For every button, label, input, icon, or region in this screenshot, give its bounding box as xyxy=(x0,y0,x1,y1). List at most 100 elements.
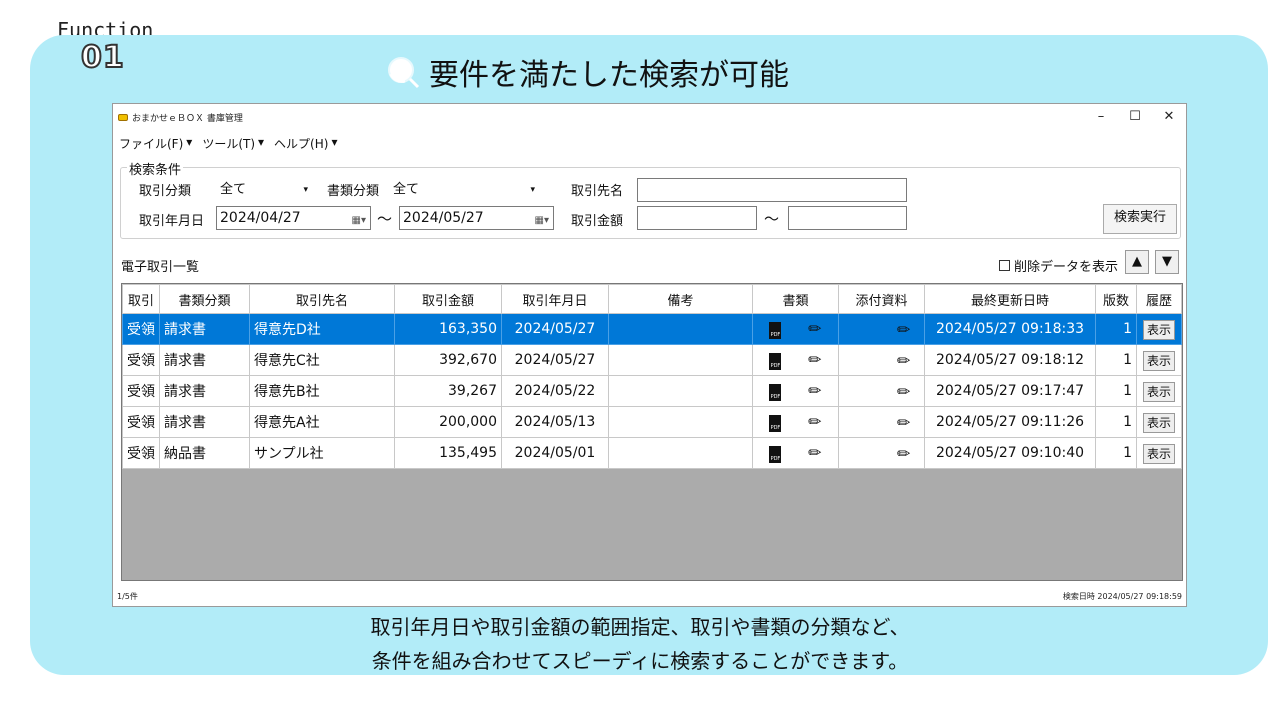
cell-version: 1 xyxy=(1095,375,1137,407)
show-deleted-checkbox[interactable]: 削除データを表示 xyxy=(999,256,1118,275)
history-show-button[interactable]: 表示 xyxy=(1142,319,1175,340)
pencil-icon[interactable]: ✏ xyxy=(897,320,910,339)
cell-attachments: ✏ xyxy=(838,375,925,407)
table-row[interactable]: 受領納品書サンプル社135,4952024/05/01 ✏ ✏ 2024/05/2… xyxy=(122,437,1182,469)
pdf-icon[interactable] xyxy=(769,414,782,432)
cell-partner: 得意先C社 xyxy=(249,344,395,376)
close-button[interactable]: ✕ xyxy=(1152,104,1186,130)
cell-amount: 163,350 xyxy=(394,313,502,345)
transactions-grid: 取引 書類分類 取引先名 取引金額 取引年月日 備考 書類 添付資料 最終更新日時 版数 履歴 受領… xyxy=(121,283,1183,581)
pdf-icon[interactable] xyxy=(769,352,782,370)
table-row[interactable]: 受領請求書得意先C社392,6702024/05/27 ✏ ✏ 2024/05/2… xyxy=(122,344,1182,376)
cell-date: 2024/05/01 xyxy=(501,437,609,469)
cell-doc-type: 請求書 xyxy=(159,406,250,438)
pencil-icon[interactable]: ✏ xyxy=(897,351,910,370)
cell-documents: ✏ xyxy=(752,437,839,469)
pdf-icon[interactable] xyxy=(769,321,782,339)
cell-amount: 200,000 xyxy=(394,406,502,438)
pencil-icon[interactable]: ✏ xyxy=(808,412,821,431)
status-bar: 1/5件 検索日時 2024/05/27 09:18:59 xyxy=(113,588,1186,606)
cell-documents: ✏ xyxy=(752,313,839,345)
pencil-icon[interactable]: ✏ xyxy=(808,319,821,338)
range-separator: ～ xyxy=(764,210,780,228)
app-icon xyxy=(118,113,128,121)
history-show-button[interactable]: 表示 xyxy=(1142,443,1175,464)
pdf-icon[interactable] xyxy=(769,383,782,401)
pencil-icon[interactable]: ✏ xyxy=(808,443,821,462)
column-header[interactable]: 添付資料 xyxy=(838,284,925,314)
cell-documents: ✏ xyxy=(752,344,839,376)
pencil-icon[interactable]: ✏ xyxy=(897,382,910,401)
function-number: 01 xyxy=(80,39,125,76)
table-row[interactable]: 受領請求書得意先D社163,3502024/05/27 ✏ ✏ 2024/05/2… xyxy=(122,313,1182,345)
caption-line-2: 条件を組み合わせてスピーディに検索することができます。 xyxy=(371,649,909,673)
calendar-icon: ▦▾ xyxy=(351,215,366,226)
history-show-button[interactable]: 表示 xyxy=(1142,412,1175,433)
cell-partner: 得意先A社 xyxy=(249,406,395,438)
move-top-button[interactable]: ▲ xyxy=(1125,250,1149,274)
app-window: おまかせｅＢＯＸ 書庫管理 – ☐ ✕ ファイル(F) ▾ ツール(T) ▾ ヘルプ… xyxy=(112,103,1187,607)
cell-version: 1 xyxy=(1095,437,1137,469)
pdf-icon[interactable] xyxy=(769,445,782,463)
menu-help[interactable]: ヘルプ(H) ▾ xyxy=(274,135,337,152)
minimize-button[interactable]: – xyxy=(1084,104,1118,130)
column-header[interactable]: 取引 xyxy=(122,284,160,314)
cell-updated: 2024/05/27 09:10:40 xyxy=(924,437,1096,469)
column-header[interactable]: 取引金額 xyxy=(394,284,502,314)
table-header: 取引 書類分類 取引先名 取引金額 取引年月日 備考 書類 添付資料 最終更新日時 版数 履歴 xyxy=(122,284,1182,314)
column-header[interactable]: 取引年月日 xyxy=(501,284,609,314)
cell-history: 表示 xyxy=(1136,406,1182,438)
doc-type-select[interactable]: 全て ▾ xyxy=(393,179,539,201)
search-execute-button[interactable]: 検索実行 xyxy=(1103,204,1177,234)
pencil-icon[interactable]: ✏ xyxy=(808,350,821,369)
cell-doc-type: 請求書 xyxy=(159,344,250,376)
trade-type-label: 取引分類 xyxy=(139,184,192,199)
pencil-icon[interactable]: ✏ xyxy=(808,381,821,400)
table-row[interactable]: 受領請求書得意先A社200,0002024/05/13 ✏ ✏ 2024/05/2… xyxy=(122,406,1182,438)
column-header[interactable]: 履歴 xyxy=(1136,284,1182,314)
checkbox-icon xyxy=(999,260,1010,271)
history-show-button[interactable]: 表示 xyxy=(1142,350,1175,371)
amount-from-input[interactable] xyxy=(637,206,757,230)
column-header[interactable]: 最終更新日時 xyxy=(924,284,1096,314)
column-header[interactable]: 取引先名 xyxy=(249,284,395,314)
caption-line-1: 取引年月日や取引金額の範囲指定、取引や書類の分類など、 xyxy=(370,615,910,639)
range-separator: ～ xyxy=(377,210,393,228)
cell-date: 2024/05/22 xyxy=(501,375,609,407)
search-icon xyxy=(388,57,420,89)
cell-doc-type: 請求書 xyxy=(159,313,250,345)
headline-text: 要件を満たした検索が可能 xyxy=(429,58,789,93)
cell-updated: 2024/05/27 09:18:33 xyxy=(924,313,1096,345)
cell-amount: 392,670 xyxy=(394,344,502,376)
pencil-icon[interactable]: ✏ xyxy=(897,413,910,432)
column-header[interactable]: 書類 xyxy=(752,284,839,314)
amount-to-input[interactable] xyxy=(788,206,907,230)
list-title: 電子取引一覧 xyxy=(121,260,200,275)
cell-partner: サンプル社 xyxy=(249,437,395,469)
cell-updated: 2024/05/27 09:18:12 xyxy=(924,344,1096,376)
date-label: 取引年月日 xyxy=(139,214,205,229)
cell-trade: 受領 xyxy=(122,437,160,469)
date-from-picker[interactable]: 2024/04/27 ▦▾ xyxy=(216,206,371,230)
date-to-picker[interactable]: 2024/05/27 ▦▾ xyxy=(399,206,554,230)
cell-doc-type: 納品書 xyxy=(159,437,250,469)
table-row[interactable]: 受領請求書得意先B社39,2672024/05/22 ✏ ✏ 2024/05/27… xyxy=(122,375,1182,407)
maximize-button[interactable]: ☐ xyxy=(1118,104,1152,130)
cell-amount: 135,495 xyxy=(394,437,502,469)
partner-input[interactable] xyxy=(637,178,907,202)
column-header[interactable]: 書類分類 xyxy=(159,284,250,314)
chevron-down-icon: ▾ xyxy=(303,185,308,195)
cell-note xyxy=(608,406,753,438)
pencil-icon[interactable]: ✏ xyxy=(897,444,910,463)
move-bottom-button[interactable]: ▼ xyxy=(1155,250,1179,274)
trade-type-select[interactable]: 全て ▾ xyxy=(220,179,312,201)
cell-trade: 受領 xyxy=(122,313,160,345)
menu-file[interactable]: ファイル(F) ▾ xyxy=(119,135,192,152)
menu-bar: ファイル(F) ▾ ツール(T) ▾ ヘルプ(H) ▾ xyxy=(113,132,337,154)
window-controls: – ☐ ✕ xyxy=(1084,104,1186,130)
history-show-button[interactable]: 表示 xyxy=(1142,381,1175,402)
column-header[interactable]: 版数 xyxy=(1095,284,1137,314)
cell-attachments: ✏ xyxy=(838,313,925,345)
column-header[interactable]: 備考 xyxy=(608,284,753,314)
menu-tools[interactable]: ツール(T) ▾ xyxy=(202,135,264,152)
